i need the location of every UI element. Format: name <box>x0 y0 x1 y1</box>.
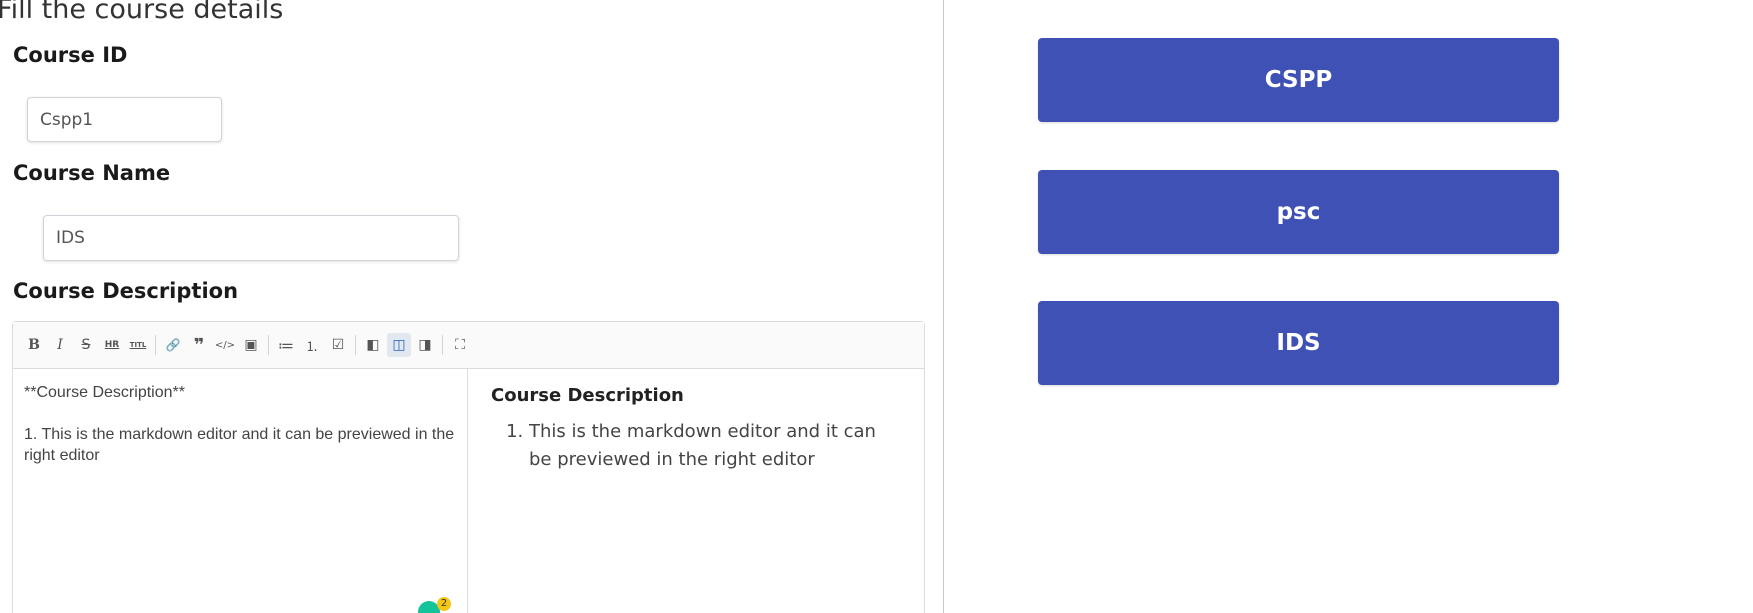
ordered-list-icon[interactable]: ⒈ <box>300 333 324 357</box>
toolbar-divider <box>442 335 443 355</box>
preview-heading: Course Description <box>491 385 684 406</box>
fullscreen-icon[interactable]: ⛶ <box>448 333 472 357</box>
pane-divider <box>943 0 944 613</box>
toolbar-divider <box>268 335 269 355</box>
course-id-label: Course ID <box>13 43 128 67</box>
image-icon[interactable]: ▣ <box>239 333 263 357</box>
course-button-ids[interactable]: IDS <box>1038 301 1559 385</box>
source-line-list-item: 1. This is the markdown editor and it ca… <box>24 426 455 464</box>
markdown-source-pane[interactable]: **Course Description** 1. This is the ma… <box>13 369 468 613</box>
quote-icon[interactable]: ❞ <box>187 333 211 357</box>
preview-mode-icon[interactable]: ◨ <box>413 333 437 357</box>
grammarly-count-badge: 2 <box>437 597 451 611</box>
unordered-list-icon[interactable]: ≔ <box>274 333 298 357</box>
strikethrough-icon[interactable]: S <box>74 333 98 357</box>
bold-icon[interactable]: B <box>22 333 46 357</box>
preview-list: This is the markdown editor and it can b… <box>491 418 901 474</box>
italic-icon[interactable]: I <box>48 333 72 357</box>
editor-body: **Course Description** 1. This is the ma… <box>13 369 924 613</box>
course-form: Fill the course details Course ID Course… <box>0 0 943 613</box>
page: Fill the course details Course ID Course… <box>0 0 1753 613</box>
title-icon[interactable]: TITL <box>126 333 150 357</box>
course-description-label: Course Description <box>13 279 239 303</box>
course-button-psc[interactable]: psc <box>1038 170 1559 254</box>
course-name-input[interactable] <box>43 215 459 261</box>
markdown-editor: B I S HR TITL 🔗 ❞ </> ▣ ≔ ⒈ ☑ ◧ ◫ ◨ ⛶ **… <box>12 321 925 613</box>
page-title: Fill the course details <box>0 0 284 25</box>
toolbar-divider <box>355 335 356 355</box>
editor-toolbar: B I S HR TITL 🔗 ❞ </> ▣ ≔ ⒈ ☑ ◧ ◫ ◨ ⛶ <box>13 322 924 369</box>
edit-mode-icon[interactable]: ◧ <box>361 333 385 357</box>
code-icon[interactable]: </> <box>213 333 237 357</box>
toolbar-divider <box>155 335 156 355</box>
horizontal-rule-icon[interactable]: HR <box>100 333 124 357</box>
preview-list-item: This is the markdown editor and it can b… <box>529 418 901 474</box>
live-mode-icon[interactable]: ◫ <box>387 333 411 357</box>
link-icon[interactable]: 🔗 <box>161 333 185 357</box>
course-id-input[interactable] <box>27 97 222 142</box>
markdown-preview-pane: Course Description This is the markdown … <box>468 369 924 613</box>
checklist-icon[interactable]: ☑ <box>326 333 350 357</box>
course-button-cspp[interactable]: CSPP <box>1038 38 1559 122</box>
course-name-label: Course Name <box>13 161 171 185</box>
source-line-heading: **Course Description** <box>24 384 185 401</box>
